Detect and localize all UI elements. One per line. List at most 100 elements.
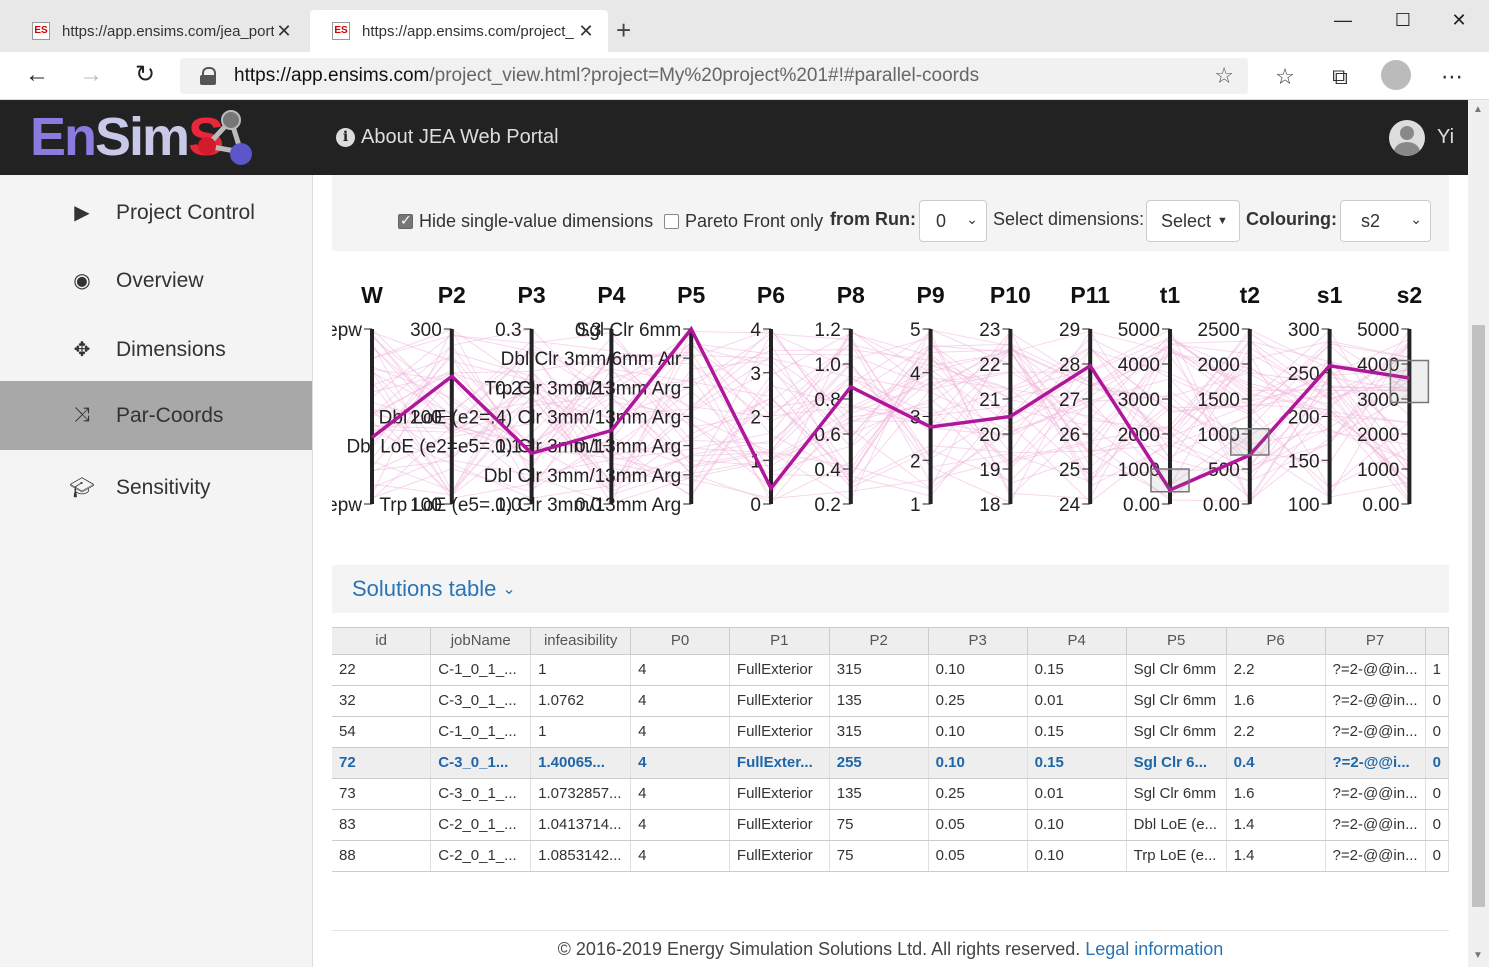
- solutions-table-toggle[interactable]: Solutions table ⌄: [332, 565, 1449, 613]
- favorite-star-icon[interactable]: ☆: [1214, 63, 1234, 89]
- axis-title: P5: [677, 282, 705, 308]
- back-arrow-icon[interactable]: ←: [20, 60, 54, 92]
- user-avatar[interactable]: [1389, 120, 1425, 156]
- column-header[interactable]: P3: [928, 628, 1028, 655]
- axis-tick-label: Dbl Clr 3mm/13mm Arg: [484, 466, 681, 487]
- solutions-table[interactable]: id jobName infeasibility P0 P1 P2 P3 P4 P5 P6 P7 2…: [332, 627, 1449, 875]
- select-dimensions-button[interactable]: Select ▼: [1146, 200, 1240, 242]
- table-cell: 1.0853142...: [530, 840, 632, 872]
- pareto-front-checkbox[interactable]: Pareto Front only: [664, 211, 823, 232]
- axis-tick-label: 29: [1059, 320, 1080, 341]
- new-tab-icon[interactable]: +: [616, 16, 631, 44]
- axis-tick-label: Trp LoE (e5=.1) Clr 3mm/13mm Arg: [379, 495, 681, 516]
- column-header[interactable]: infeasibility: [530, 628, 632, 655]
- column-header[interactable]: P6: [1226, 628, 1326, 655]
- table-row[interactable]: 83 C-2_0_1_... 1.0413714... 4 FullExterior 75…: [332, 809, 1449, 841]
- forward-arrow-icon[interactable]: →: [74, 60, 108, 92]
- maximize-icon[interactable]: ☐: [1373, 0, 1433, 40]
- axis-tick-label: 4000: [1118, 355, 1160, 376]
- column-header[interactable]: P1: [729, 628, 830, 655]
- browser-tabstrip: ES https://app.ensims.com/jea_port ✕ ES …: [0, 0, 1489, 52]
- column-header[interactable]: P2: [829, 628, 929, 655]
- browser-tab-project-view[interactable]: ES https://app.ensims.com/project_ ✕: [310, 10, 608, 52]
- table-row[interactable]: 54 C-1_0_1_... 1 4 FullExterior 315 0.10 0.15 Sg…: [332, 716, 1449, 748]
- parallel-coordinates-chart[interactable]: Wepw epw P2 300 200 100 P3 0.3 0.2 0.1 0.0 P4 0.3 0.2…: [327, 271, 1449, 531]
- table-cell: C-1_0_1_...: [430, 716, 532, 748]
- info-icon: i: [336, 128, 355, 147]
- sidebar-item-dimensions[interactable]: ✥ Dimensions: [0, 315, 312, 384]
- table-cell: Sgl Clr 6mm: [1126, 685, 1227, 717]
- collections-icon[interactable]: ⧉: [1325, 64, 1355, 90]
- favorites-list-icon[interactable]: ☆: [1270, 64, 1300, 90]
- table-cell: C-1_0_1_...: [430, 654, 532, 686]
- table-cell: 0: [1425, 809, 1449, 841]
- address-bar[interactable]: https://app.ensims.com/project_view.html…: [180, 58, 1248, 94]
- from-run-select[interactable]: 0 ⌄: [919, 200, 987, 242]
- axis-tick-label: 5: [910, 320, 921, 341]
- sidebar-item-sensitivity[interactable]: 🎓︎ Sensitivity: [0, 453, 312, 522]
- table-cell: FullExterior: [729, 685, 830, 717]
- ensims-favicon-icon: ES: [332, 22, 350, 40]
- table-cell: 4: [630, 716, 730, 748]
- table-cell: 0.05: [928, 809, 1028, 841]
- table-cell: Sgl Clr 6...: [1126, 747, 1227, 779]
- table-cell: 88: [332, 840, 432, 872]
- user-name[interactable]: Yi: [1437, 126, 1454, 149]
- scrollbar-thumb[interactable]: [1472, 325, 1485, 907]
- tab-close-icon[interactable]: ✕: [576, 21, 596, 42]
- colouring-select[interactable]: s2 ⌄: [1340, 200, 1431, 242]
- scroll-up-icon[interactable]: ▲: [1473, 104, 1483, 115]
- sidebar-item-project-control[interactable]: ▶ Project Control: [0, 178, 312, 247]
- sidebar-item-overview[interactable]: ◉ Overview: [0, 246, 312, 315]
- table-cell: 32: [332, 685, 432, 717]
- table-row[interactable]: 32 C-3_0_1_... 1.0762 4 FullExterior 135 0.25 0…: [332, 685, 1449, 717]
- tab-close-icon[interactable]: ✕: [274, 21, 294, 42]
- legal-information-link[interactable]: Legal information: [1085, 939, 1223, 959]
- hide-single-value-checkbox[interactable]: Hide single-value dimensions: [398, 211, 653, 232]
- table-cell: 0: [1425, 747, 1449, 779]
- window-close-icon[interactable]: ✕: [1429, 0, 1489, 40]
- column-header[interactable]: P5: [1126, 628, 1227, 655]
- browser-profile-avatar[interactable]: [1381, 60, 1411, 90]
- checkbox-checked-icon[interactable]: [398, 212, 413, 229]
- table-cell: 1.0413714...: [530, 809, 632, 841]
- browser-tab-jea-portal[interactable]: ES https://app.ensims.com/jea_port ✕: [10, 10, 306, 52]
- column-header[interactable]: P0: [630, 628, 730, 655]
- axis-tick-label: Sgl Clr 6mm: [577, 320, 682, 341]
- refresh-icon[interactable]: ↻: [128, 60, 162, 92]
- about-link[interactable]: i About JEA Web Portal: [336, 126, 559, 149]
- axis-tick-label: 22: [979, 355, 1000, 376]
- column-header[interactable]: jobName: [430, 628, 532, 655]
- scroll-down-icon[interactable]: ▼: [1473, 950, 1483, 961]
- axis-title: t1: [1160, 282, 1181, 308]
- table-cell: ?=2-@@in...: [1325, 840, 1426, 872]
- table-cell: FullExterior: [729, 778, 830, 810]
- checkbox-unchecked-icon[interactable]: [664, 214, 679, 229]
- table-cell: 0.15: [1027, 747, 1127, 779]
- column-header[interactable]: P4: [1027, 628, 1127, 655]
- table-cell: 255: [829, 747, 929, 779]
- sidebar-item-par-coords[interactable]: ⤨ Par-Coords: [0, 381, 312, 450]
- more-menu-icon[interactable]: ⋯: [1437, 64, 1467, 90]
- column-header[interactable]: P7: [1325, 628, 1426, 655]
- table-cell: Sgl Clr 6mm: [1126, 716, 1227, 748]
- column-header[interactable]: [1425, 628, 1449, 655]
- table-cell: 0.15: [1027, 654, 1127, 686]
- axis-tick-label: 4: [750, 320, 761, 341]
- table-cell: 1.4: [1226, 840, 1326, 872]
- table-row[interactable]: 22 C-1_0_1_... 1 4 FullExterior 315 0.10 0.15 Sg…: [332, 654, 1449, 686]
- table-row[interactable]: 88 C-2_0_1_... 1.0853142... 4 FullExterior 75…: [332, 840, 1449, 872]
- minimize-icon[interactable]: —: [1313, 0, 1373, 40]
- table-row[interactable]: 73 C-3_0_1_... 1.0732857... 4 FullExterior 13…: [332, 778, 1449, 810]
- table-cell: 1.40065...: [530, 747, 632, 779]
- table-row[interactable]: 72 C-3_0_1... 1.40065... 4 FullExter... 255 0.…: [332, 747, 1449, 779]
- page-scrollbar[interactable]: ▲ ▼: [1468, 100, 1489, 967]
- table-cell: 1.0762: [530, 685, 632, 717]
- axis-tick-label: 4: [910, 364, 921, 385]
- axis-tick-label: 2000: [1357, 425, 1399, 446]
- axis-tick-label: 21: [979, 390, 1000, 411]
- main-content: Hide single-value dimensions Pareto Fron…: [314, 175, 1468, 967]
- column-header[interactable]: id: [332, 628, 432, 655]
- table-cell: 0.10: [1027, 840, 1127, 872]
- axis-title: W: [361, 282, 383, 308]
